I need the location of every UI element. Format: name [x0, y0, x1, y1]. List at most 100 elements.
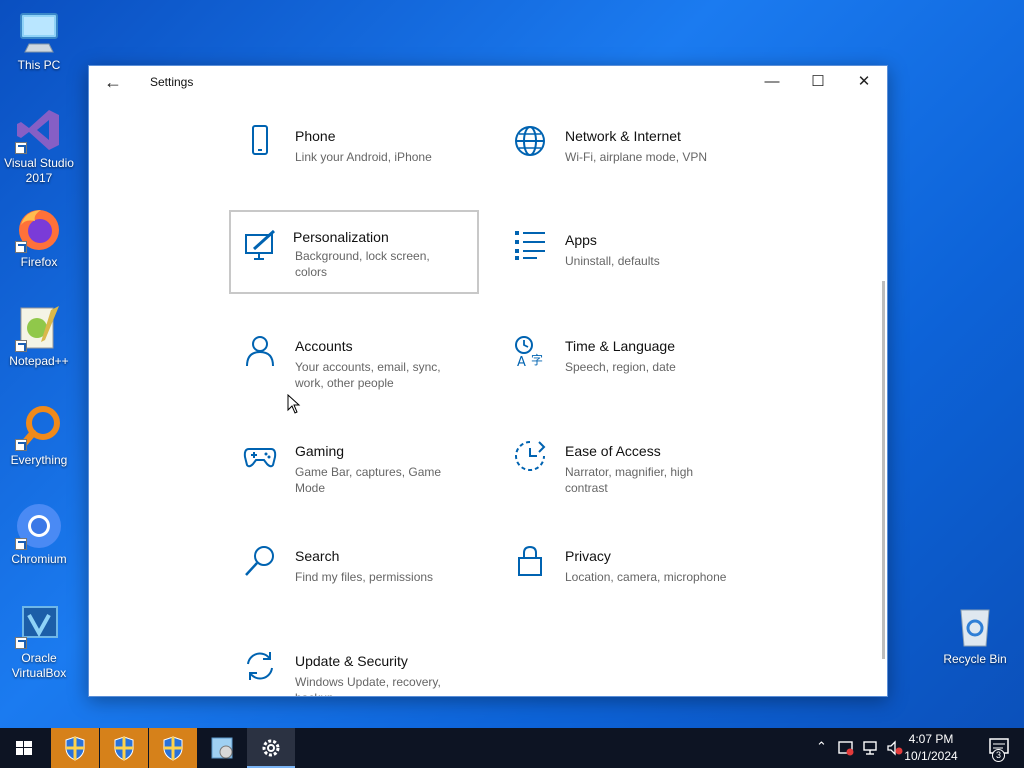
apps-list-icon — [515, 231, 545, 260]
back-arrow-icon: ← — [104, 72, 122, 92]
clock-time: 4:07 PM — [908, 732, 954, 746]
tile-name: Ease of Access — [565, 443, 661, 459]
security-icon[interactable] — [838, 740, 854, 756]
minimize-button[interactable]: — — [749, 66, 795, 98]
desktop-icon-chromium[interactable]: Chromium — [1, 502, 77, 567]
settings-tile-time-language[interactable]: A 字 Time & Language Speech, region, date — [501, 328, 751, 412]
settings-tile-gaming[interactable]: Gaming Game Bar, captures, Game Mode — [231, 433, 481, 517]
taskbar-uac-app-2[interactable] — [100, 728, 148, 768]
taskbar-uac-app-3[interactable] — [149, 728, 197, 768]
lock-icon — [518, 545, 542, 576]
maximize-icon: ☐ — [811, 73, 825, 90]
minimize-icon: — — [764, 73, 780, 90]
start-button[interactable] — [0, 728, 48, 768]
desktop-icon-label: Visual Studio 2017 — [4, 156, 74, 185]
close-icon: ✕ — [857, 73, 871, 90]
scrollbar[interactable] — [882, 281, 885, 659]
desktop-icon-visual-studio[interactable]: Visual Studio 2017 — [1, 106, 77, 186]
settings-tile-update-security[interactable]: Update & Security Windows Update, recove… — [231, 643, 481, 696]
settings-tile-search[interactable]: Search Find my files, permissions — [231, 538, 481, 622]
visual-studio-icon — [15, 106, 63, 154]
window-title: Settings — [150, 75, 194, 89]
gear-icon — [262, 739, 280, 757]
desktop-icon-virtualbox[interactable]: Oracle VirtualBox — [1, 601, 77, 681]
tile-name: Accounts — [295, 338, 353, 354]
tile-description: Link your Android, iPhone — [295, 150, 432, 164]
tile-description: Background, lock screen, colors — [295, 249, 430, 279]
desktop-icon-label: This PC — [17, 58, 61, 72]
taskbar-control-panel[interactable] — [198, 728, 246, 768]
tile-description: Uninstall, defaults — [565, 254, 660, 268]
action-center-button[interactable]: 3 — [976, 728, 1024, 768]
desktop-icon-label: Recycle Bin — [943, 652, 1007, 666]
tile-name: Apps — [565, 232, 597, 248]
svg-text:A: A — [517, 355, 526, 368]
tile-name: Phone — [295, 128, 336, 144]
chevron-up-icon[interactable]: ⌃ — [816, 739, 827, 755]
tile-name: Search — [295, 548, 340, 564]
tile-description: Find my files, permissions — [295, 570, 434, 584]
globe-icon — [515, 126, 545, 156]
time-language-icon: A 字 — [515, 336, 543, 368]
settings-tile-privacy[interactable]: Privacy Location, camera, microphone — [501, 538, 751, 622]
taskbar-uac-app-1[interactable] — [51, 728, 99, 768]
shield-icon — [163, 736, 183, 761]
settings-tile-apps[interactable]: Apps Uninstall, defaults — [501, 222, 751, 306]
svg-text:字: 字 — [531, 352, 543, 367]
recycle-bin-icon — [951, 602, 999, 650]
back-button[interactable]: ← — [99, 70, 127, 94]
tile-description: Windows Update, recovery, backup — [295, 675, 441, 696]
desktop-icon-label: Oracle VirtualBox — [11, 651, 67, 680]
everything-search-icon — [15, 403, 63, 451]
desktop-icon-label: Notepad++ — [9, 354, 69, 368]
tile-name: Personalization — [293, 229, 389, 245]
settings-window: ← Settings — ☐ ✕ Phone Link your Android… — [88, 65, 888, 697]
ease-of-access-icon — [515, 441, 546, 471]
settings-tile-network[interactable]: Network & Internet Wi-Fi, airplane mode,… — [501, 118, 751, 202]
shield-icon — [65, 736, 85, 761]
phone-icon — [252, 125, 268, 155]
tile-description: Narrator, magnifier, high contrast — [565, 465, 694, 495]
tile-name: Time & Language — [565, 338, 675, 354]
close-button[interactable]: ✕ — [841, 66, 887, 98]
settings-tile-personalization[interactable]: Personalization Background, lock screen,… — [229, 210, 479, 294]
settings-tile-ease-of-access[interactable]: Ease of Access Narrator, magnifier, high… — [501, 433, 751, 517]
desktop-icon-label: Firefox — [20, 255, 58, 269]
desktop-icon-notepad-plus-plus[interactable]: Notepad++ — [1, 304, 77, 369]
title-bar: ← Settings — ☐ ✕ — [89, 66, 887, 98]
tile-description: Game Bar, captures, Game Mode — [295, 465, 442, 495]
computer-icon — [15, 8, 63, 56]
taskbar-settings[interactable] — [247, 728, 295, 768]
desktop-icon-this-pc[interactable]: This PC — [1, 8, 77, 73]
tile-name: Gaming — [295, 443, 345, 459]
network-icon[interactable] — [862, 740, 878, 756]
virtualbox-icon — [15, 601, 63, 649]
taskbar: ⌃ 4:07 PM 10/1/2024 3 — [0, 728, 1024, 768]
desktop-icon-recycle-bin[interactable]: Recycle Bin — [937, 602, 1013, 667]
tile-name: Update & Security — [295, 653, 408, 669]
clock-date: 10/1/2024 — [904, 749, 958, 763]
firefox-icon — [15, 205, 63, 253]
tile-name: Privacy — [565, 548, 611, 564]
taskbar-clock[interactable]: 4:07 PM 10/1/2024 — [896, 731, 966, 765]
search-icon — [245, 546, 274, 576]
settings-tile-phone[interactable]: Phone Link your Android, iPhone — [231, 118, 481, 202]
tile-description: Speech, region, date — [565, 360, 676, 374]
settings-tile-accounts[interactable]: Accounts Your accounts, email, sync, wor… — [231, 328, 481, 412]
control-panel-icon — [211, 737, 233, 759]
desktop-icon-everything[interactable]: Everything — [1, 403, 77, 468]
chromium-icon — [15, 502, 63, 550]
notepad-plus-plus-icon — [15, 304, 63, 352]
mouse-cursor-icon — [287, 394, 301, 414]
maximize-button[interactable]: ☐ — [795, 66, 841, 98]
update-icon — [247, 652, 273, 680]
gamepad-icon — [243, 448, 277, 468]
tile-description: Location, camera, microphone — [565, 570, 727, 584]
shield-icon — [114, 736, 134, 761]
notification-icon — [989, 738, 1009, 759]
desktop-icon-firefox[interactable]: Firefox — [1, 205, 77, 270]
personalization-icon — [245, 229, 276, 260]
notification-count-badge: 3 — [992, 749, 1005, 762]
person-icon — [246, 336, 274, 367]
windows-logo-icon — [16, 741, 32, 755]
